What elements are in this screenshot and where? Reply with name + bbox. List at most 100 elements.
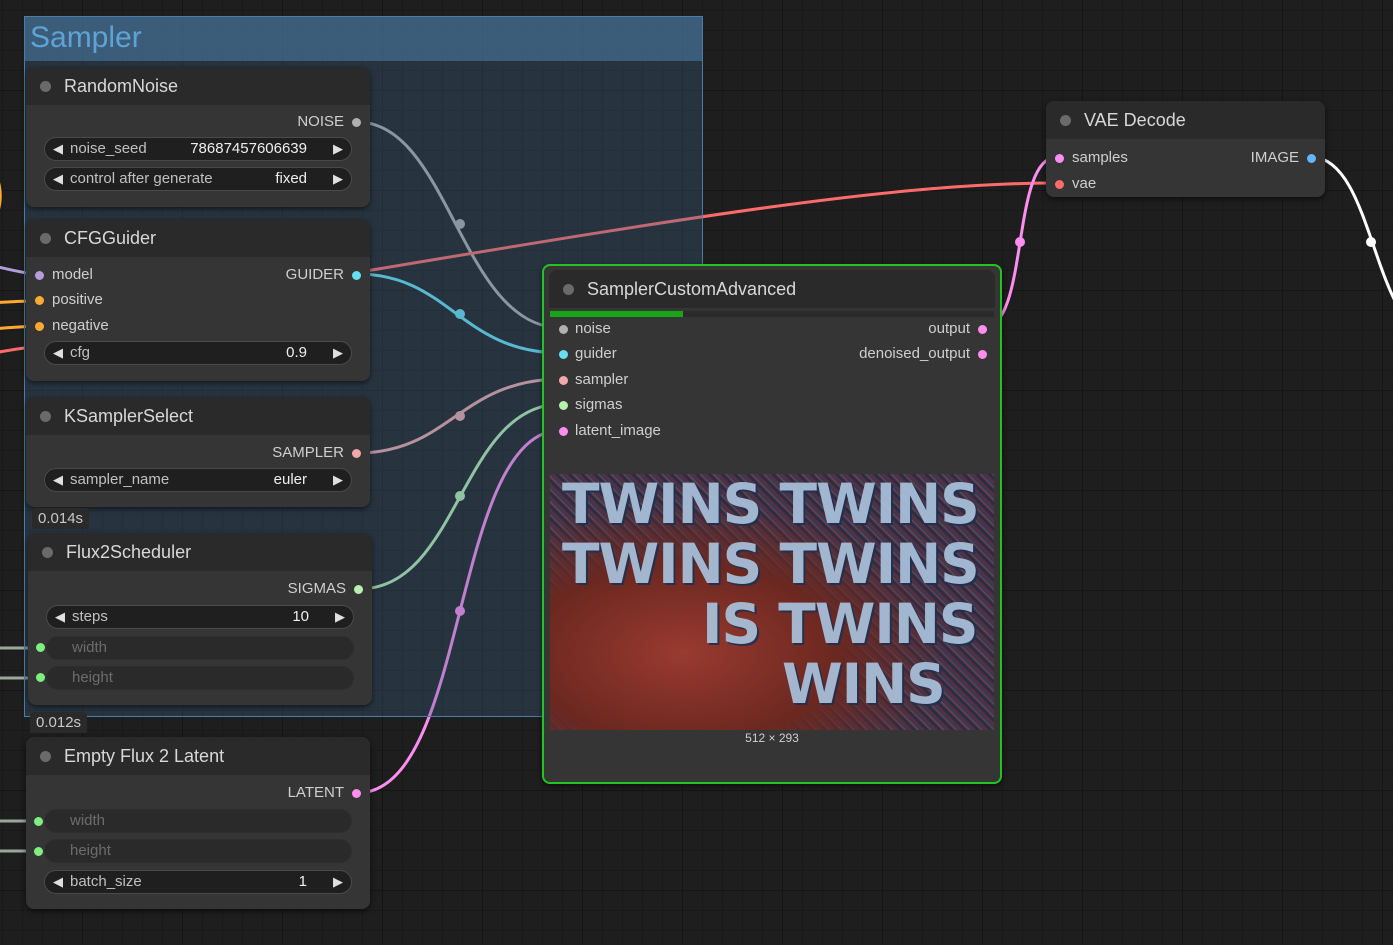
- output-slot-sampler[interactable]: SAMPLER: [26, 442, 370, 464]
- output-dot-icon[interactable]: [352, 789, 361, 798]
- slot-label: positive: [52, 291, 103, 308]
- width-widget[interactable]: width: [44, 809, 352, 833]
- random-noise-node[interactable]: RandomNoise NOISE ◀ noise_seed 786874576…: [26, 67, 370, 207]
- widget-value[interactable]: 10: [292, 606, 309, 628]
- slot-label: latent_image: [575, 422, 661, 439]
- batch-size-widget[interactable]: ◀ batch_size 1 ▶: [44, 870, 352, 894]
- node-header[interactable]: KSamplerSelect: [26, 397, 370, 435]
- timing-badge: 0.014s: [32, 508, 90, 529]
- node-header[interactable]: Flux2Scheduler: [28, 533, 372, 571]
- height-widget[interactable]: height: [46, 666, 354, 690]
- output-slot-sigmas[interactable]: SIGMAS: [28, 578, 372, 600]
- input-dot-icon[interactable]: [559, 401, 568, 410]
- increment-arrow-icon[interactable]: ▶: [333, 168, 343, 190]
- widget-label: noise_seed: [70, 140, 147, 157]
- increment-arrow-icon[interactable]: ▶: [335, 606, 345, 628]
- input-slot-negative[interactable]: negative: [26, 315, 370, 337]
- output-dot-icon[interactable]: [352, 449, 361, 458]
- sampler-custom-advanced-node[interactable]: SamplerCustomAdvanced noise output guide…: [542, 264, 1002, 784]
- increment-arrow-icon[interactable]: ▶: [333, 342, 343, 364]
- output-dot-icon[interactable]: [978, 350, 987, 359]
- collapse-dot-icon[interactable]: [40, 81, 51, 92]
- control-after-generate-widget[interactable]: ◀ control after generate fixed ▶: [44, 167, 352, 191]
- input-slot-sampler[interactable]: sampler: [544, 369, 1000, 391]
- ksampler-select-node[interactable]: KSamplerSelect SAMPLER ◀ sampler_name eu…: [26, 397, 370, 507]
- input-dot-icon[interactable]: [36, 673, 45, 682]
- link-image[interactable]: [1312, 155, 1393, 310]
- output-slot-image[interactable]: IMAGE: [1046, 147, 1325, 169]
- increment-arrow-icon[interactable]: ▶: [333, 469, 343, 491]
- input-dot-icon[interactable]: [559, 376, 568, 385]
- node-title: Empty Flux 2 Latent: [64, 746, 225, 766]
- noise-seed-widget[interactable]: ◀ noise_seed 78687457606639 ▶: [44, 137, 352, 161]
- cfg-widget[interactable]: ◀ cfg 0.9 ▶: [44, 341, 352, 365]
- cfg-guider-node[interactable]: CFGGuider model GUIDER positive negative…: [26, 219, 370, 381]
- decrement-arrow-icon[interactable]: ◀: [55, 606, 65, 628]
- widget-value[interactable]: euler: [274, 469, 307, 491]
- input-dot-icon[interactable]: [35, 296, 44, 305]
- output-slot-latent[interactable]: LATENT: [26, 782, 370, 804]
- input-slot-sigmas[interactable]: sigmas: [544, 394, 1000, 416]
- output-slot-denoised[interactable]: denoised_output: [544, 343, 1000, 365]
- decrement-arrow-icon[interactable]: ◀: [53, 342, 63, 364]
- node-header[interactable]: Empty Flux 2 Latent: [26, 737, 370, 775]
- input-slot-positive[interactable]: positive: [26, 289, 370, 311]
- flux2-scheduler-node[interactable]: Flux2Scheduler SIGMAS ◀ steps 10 ▶ width…: [28, 533, 372, 705]
- widget-value[interactable]: fixed: [275, 168, 307, 190]
- input-slot-latent-image[interactable]: latent_image: [544, 420, 1000, 442]
- sampler-name-widget[interactable]: ◀ sampler_name euler ▶: [44, 468, 352, 492]
- decrement-arrow-icon[interactable]: ◀: [53, 168, 63, 190]
- vae-decode-node[interactable]: VAE Decode samples IMAGE vae: [1046, 101, 1325, 197]
- widget-value[interactable]: 78687457606639: [190, 138, 307, 160]
- group-title[interactable]: Sampler: [25, 17, 702, 61]
- collapse-dot-icon[interactable]: [40, 233, 51, 244]
- increment-arrow-icon[interactable]: ▶: [333, 138, 343, 160]
- decrement-arrow-icon[interactable]: ◀: [53, 469, 63, 491]
- link-output-midpoint[interactable]: [1015, 237, 1025, 247]
- widget-label: height: [72, 669, 113, 686]
- widget-value[interactable]: 0.9: [286, 342, 307, 364]
- decrement-arrow-icon[interactable]: ◀: [53, 871, 63, 893]
- height-widget[interactable]: height: [44, 839, 352, 863]
- output-slot-noise[interactable]: NOISE: [26, 111, 370, 133]
- input-dot-icon[interactable]: [34, 847, 43, 856]
- input-dot-icon[interactable]: [36, 643, 45, 652]
- input-dot-icon[interactable]: [35, 322, 44, 331]
- input-dot-icon[interactable]: [559, 427, 568, 436]
- timing-badge: 0.012s: [30, 712, 88, 733]
- steps-widget[interactable]: ◀ steps 10 ▶: [46, 605, 354, 629]
- node-title: RandomNoise: [64, 76, 179, 96]
- output-slot-output[interactable]: output: [544, 318, 1000, 340]
- collapse-dot-icon[interactable]: [42, 547, 53, 558]
- empty-latent-node[interactable]: Empty Flux 2 Latent LATENT width height …: [26, 737, 370, 909]
- collapse-dot-icon[interactable]: [563, 284, 574, 295]
- widget-value[interactable]: 1: [299, 871, 307, 893]
- output-dot-icon[interactable]: [354, 585, 363, 594]
- node-title: CFGGuider: [64, 228, 157, 248]
- collapse-dot-icon[interactable]: [1060, 115, 1071, 126]
- width-widget[interactable]: width: [46, 636, 354, 660]
- node-header[interactable]: SamplerCustomAdvanced: [549, 270, 995, 308]
- output-slot-guider[interactable]: GUIDER: [26, 264, 370, 286]
- node-header[interactable]: RandomNoise: [26, 67, 370, 105]
- preview-text-line: TWINS TWINS: [562, 474, 980, 536]
- output-dot-icon[interactable]: [1307, 154, 1316, 163]
- node-title: Flux2Scheduler: [66, 542, 192, 562]
- output-dot-icon[interactable]: [978, 325, 987, 334]
- input-dot-icon[interactable]: [1055, 180, 1064, 189]
- output-dot-icon[interactable]: [352, 118, 361, 127]
- input-slot-vae[interactable]: vae: [1046, 173, 1325, 195]
- input-dot-icon[interactable]: [34, 817, 43, 826]
- collapse-dot-icon[interactable]: [40, 751, 51, 762]
- node-header[interactable]: CFGGuider: [26, 219, 370, 257]
- slot-label: vae: [1072, 175, 1097, 192]
- link-image-midpoint[interactable]: [1366, 237, 1376, 247]
- widget-label: batch_size: [70, 873, 142, 890]
- node-header[interactable]: VAE Decode: [1046, 101, 1325, 139]
- decrement-arrow-icon[interactable]: ◀: [53, 138, 63, 160]
- progress-track: [550, 311, 994, 317]
- collapse-dot-icon[interactable]: [40, 411, 51, 422]
- increment-arrow-icon[interactable]: ▶: [333, 871, 343, 893]
- output-dot-icon[interactable]: [352, 271, 361, 280]
- preview-image[interactable]: TWINS TWINS TWINS TWINS IS TWINS WINS: [550, 474, 994, 730]
